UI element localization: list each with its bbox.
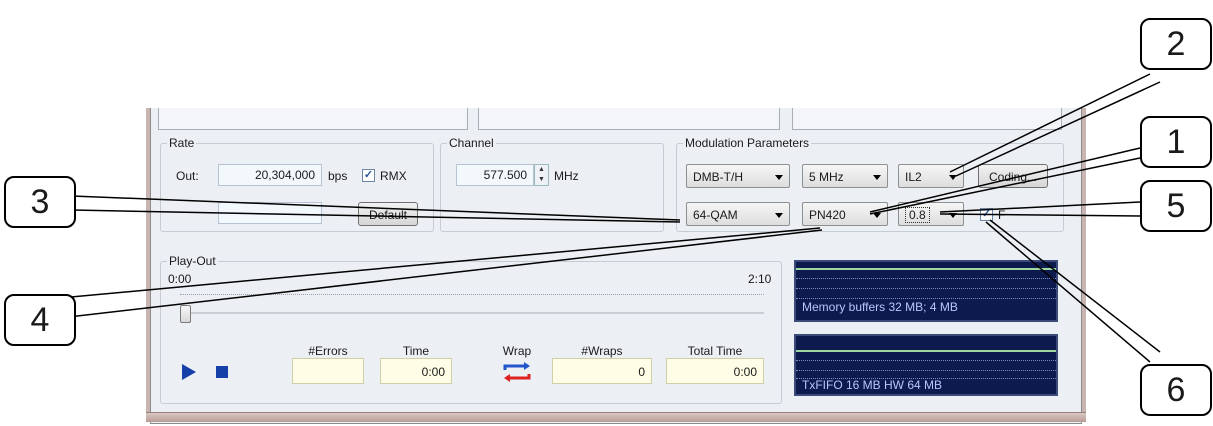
callout-2: 2 — [1140, 18, 1212, 70]
callout-4: 4 — [4, 294, 76, 346]
callout-leader-lines — [59, 73, 1161, 363]
callout-5: 5 — [1140, 180, 1212, 232]
callout-3: 3 — [4, 176, 76, 228]
callout-6: 6 — [1140, 364, 1212, 416]
callout-1: 1 — [1140, 116, 1212, 168]
